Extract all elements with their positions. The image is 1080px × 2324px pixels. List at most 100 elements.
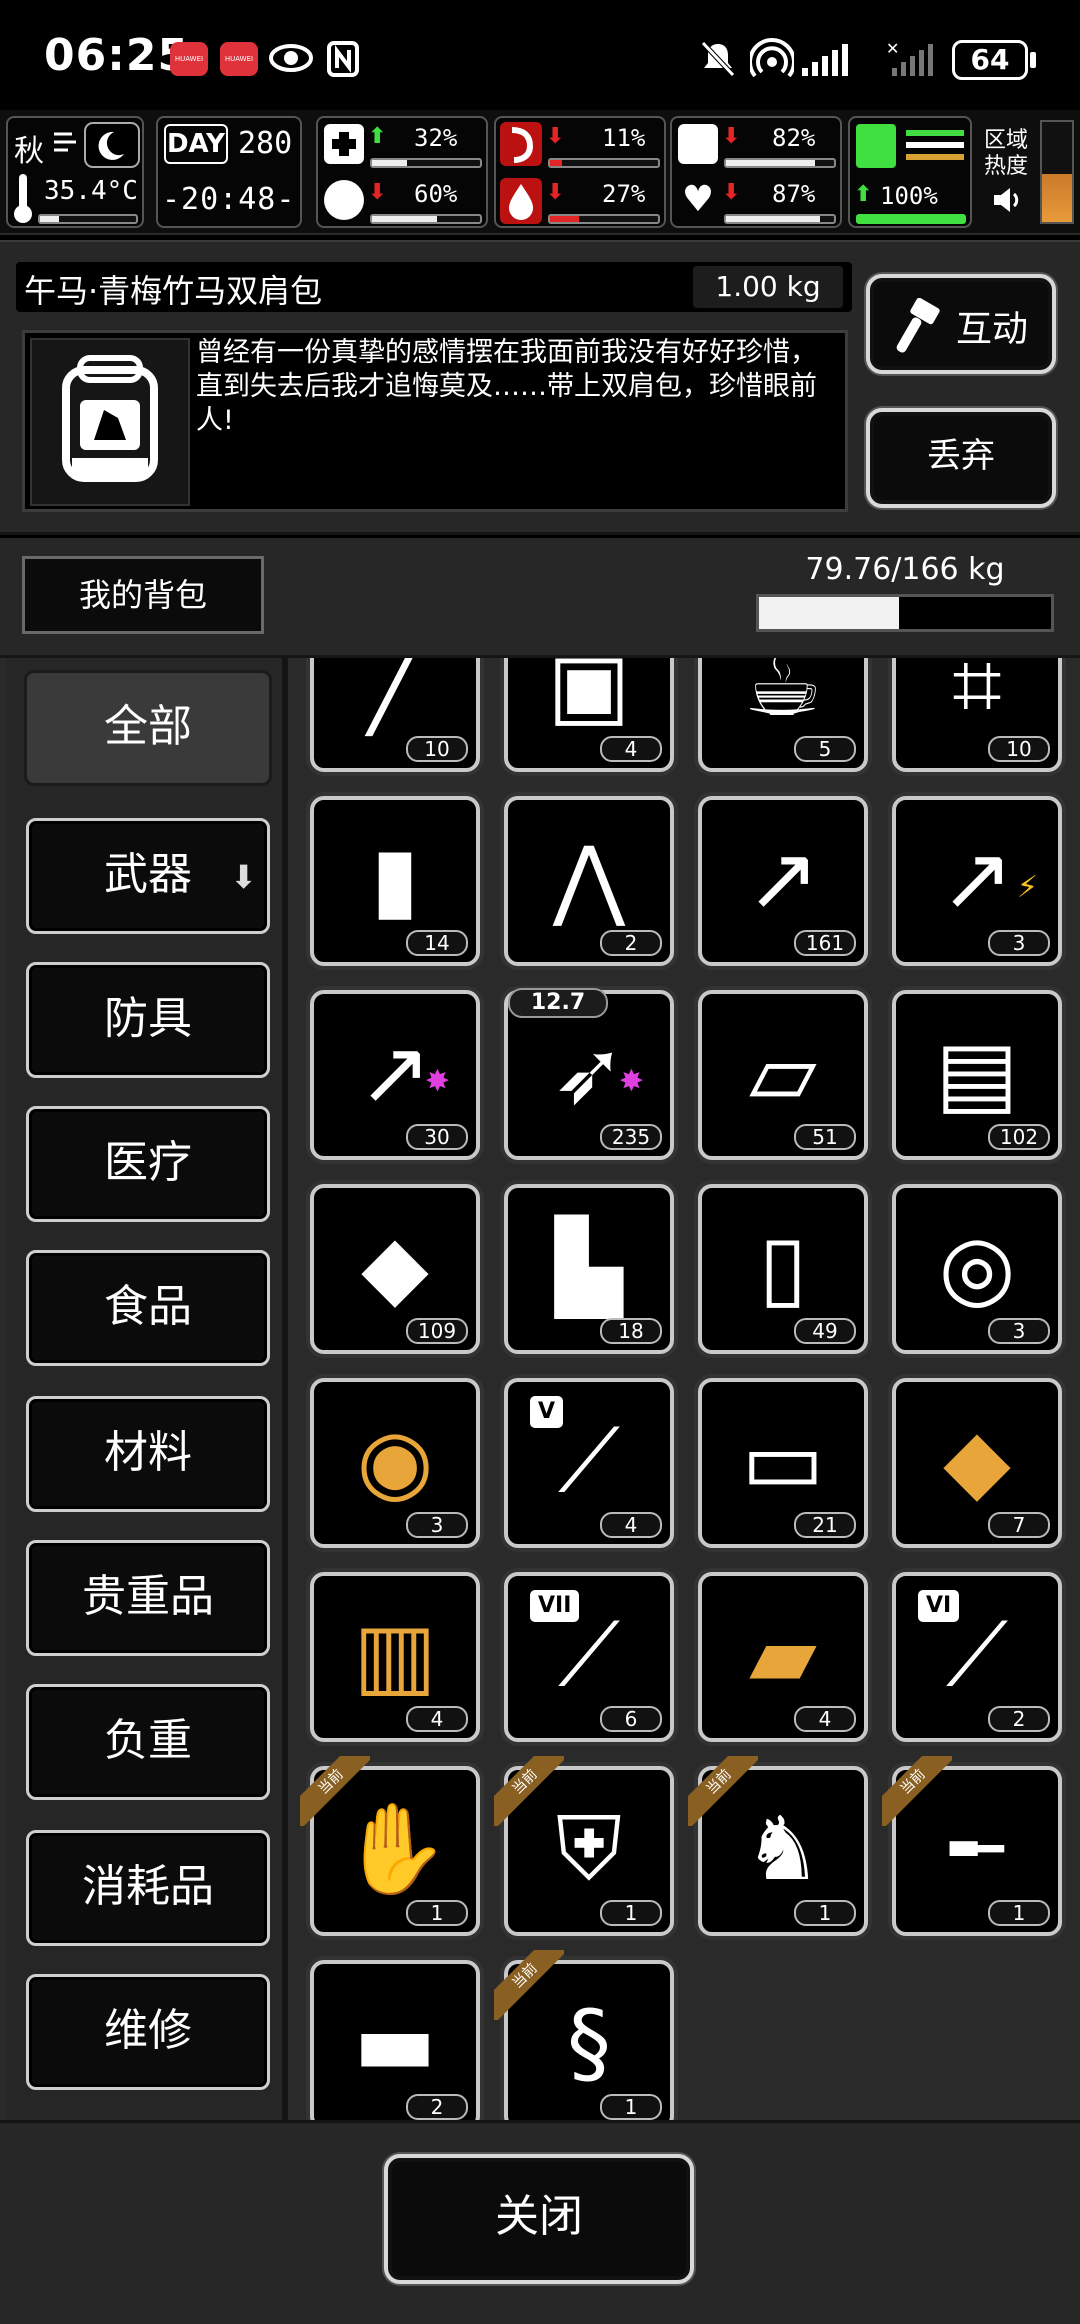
item-count: 18 (600, 1318, 662, 1344)
category-label: 消耗品 (82, 1861, 214, 1912)
category-label: 食品 (104, 1281, 192, 1332)
inventory-slot[interactable]: ⟋ VI 2 (892, 1572, 1062, 1742)
game-clock: -20:48- (162, 182, 296, 217)
inventory-slot[interactable]: ▮ 14 (310, 796, 480, 966)
inventory-slot[interactable]: ◆ 7 (892, 1378, 1062, 1548)
category-tab[interactable]: 武器 ⬇ (26, 818, 270, 934)
inventory-slot[interactable]: ↗ ✸ 30 (310, 990, 480, 1160)
item-count: 2 (988, 1706, 1050, 1732)
category-tab[interactable]: 贵重品 (26, 1540, 270, 1656)
speed-line (906, 130, 964, 136)
inventory-slot[interactable]: ▣ 4 (504, 658, 674, 772)
category-tab[interactable]: 食品 (26, 1250, 270, 1366)
arrow-down-icon: ⬇ (230, 858, 257, 896)
close-button[interactable]: 关闭 (384, 2154, 694, 2284)
inventory-slot[interactable]: ♞ 当前 1 (688, 1756, 868, 1936)
category-label: 全部 (104, 701, 192, 752)
item-count: 1 (406, 1900, 468, 1926)
interact-button[interactable]: 互动 (866, 274, 1056, 374)
energy-value: 82% (772, 124, 816, 152)
category-tab[interactable]: 维修 (26, 1974, 270, 2090)
item-count: 51 (794, 1124, 856, 1150)
thirst-value: 27% (602, 180, 646, 208)
battery-level: 64 (970, 43, 1010, 76)
item-count: 1 (794, 1900, 856, 1926)
item-description: 曾经有一份真挚的感情摆在我面前我没有好好珍惜，直到失去后我才追悔莫及……带上双肩… (196, 337, 817, 436)
inventory-slot[interactable]: ◆ 109 (310, 1184, 480, 1354)
health-up-arrow-icon: ⬆ (368, 124, 387, 149)
speaker-icon[interactable] (990, 184, 1022, 216)
speed-line (906, 142, 964, 148)
stamina-bar (370, 214, 482, 224)
inventory-slot[interactable]: ◉ 3 (310, 1378, 480, 1548)
energy-down-arrow-icon: ⬇ (722, 124, 741, 149)
inventory-slot[interactable]: § 当前 1 (494, 1950, 674, 2120)
category-tab[interactable]: 消耗品 (26, 1830, 270, 1946)
discard-button[interactable]: 丢弃 (866, 408, 1056, 508)
thirst-bar (548, 214, 660, 224)
inventory-slot[interactable]: ▯ 49 (698, 1184, 868, 1354)
zone-heat-label: 区域 热度 (984, 128, 1028, 180)
inventory-slot[interactable]: ▤ 102 (892, 990, 1062, 1160)
hammer-icon (896, 298, 940, 353)
item-count: 3 (988, 1318, 1050, 1344)
inventory-slot[interactable]: ╱ 10 (310, 658, 480, 772)
equipped-ribbon: 当前 (494, 1950, 564, 2020)
inventory-slot[interactable]: ➶ ✸ 12.7 235 (504, 988, 674, 1160)
inventory-slot[interactable]: ⌗ 10 (892, 658, 1062, 772)
category-tab[interactable]: 负重 (26, 1684, 270, 1800)
app-notification-icon: HUAWEI (220, 42, 258, 76)
equipped-label: 当前 (494, 1950, 564, 2020)
inventory-slot[interactable]: ▬ 2 (310, 1960, 480, 2120)
speed-up-arrow-icon: ⬆ (854, 182, 873, 207)
eye-icon (269, 44, 313, 72)
interact-label: 互动 (956, 309, 1029, 350)
hunger-bar (548, 158, 660, 168)
stomach-food-icon (678, 124, 718, 164)
day-panel: DAY 280 -20:48- (156, 116, 302, 228)
category-tab[interactable]: 材料 (26, 1396, 270, 1512)
equipped-label: 当前 (688, 1756, 758, 1826)
category-tab[interactable]: 防具 (26, 962, 270, 1078)
category-label: 医疗 (104, 1137, 192, 1188)
item-count: 30 (406, 1124, 468, 1150)
bag-capacity: 79.76/166 kg (805, 552, 1005, 587)
item-count: 4 (600, 1512, 662, 1538)
inventory-slot[interactable]: ⛨ 当前 1 (494, 1756, 674, 1936)
inventory-slot[interactable]: ☕ 5 (698, 658, 868, 772)
poison-splash-icon: ✸ (618, 1064, 644, 1099)
inventory-slot[interactable]: ⟋ VII 6 (504, 1572, 674, 1742)
category-sidebar: 全部武器 ⬇ 防具医疗食品材料贵重品负重消耗品维修 (6, 658, 284, 2120)
inventory-slot[interactable]: ◎ 3 (892, 1184, 1062, 1354)
caliber-badge: 12.7 (508, 988, 608, 1018)
inventory-slot[interactable]: ✋ 当前 1 (300, 1756, 480, 1936)
equipped-label: 当前 (300, 1756, 370, 1826)
speed-panel: ⬆ 100% (848, 116, 972, 228)
hunger-value: 11% (602, 124, 646, 152)
hotspot-icon (750, 38, 794, 78)
health-bar (370, 158, 482, 168)
inventory-slot[interactable]: ▭ 21 (698, 1378, 868, 1548)
inventory-slot[interactable]: ▙ 18 (504, 1184, 674, 1354)
category-tab[interactable]: 医疗 (26, 1106, 270, 1222)
category-tab[interactable]: 全部 (24, 670, 272, 786)
thirst-down-arrow-icon: ⬇ (546, 180, 565, 205)
zone-heat-label-line1: 区域 (984, 128, 1029, 153)
inventory-slot[interactable]: ▥ 4 (310, 1572, 480, 1742)
inventory-slot[interactable]: ▰ 4 (698, 1572, 868, 1742)
inventory-slot[interactable]: ⋀ 2 (504, 796, 674, 966)
inventory-slot[interactable]: ↗ ⚡ 3 (892, 796, 1062, 966)
inventory-slot[interactable]: ⟋ V 4 (504, 1378, 674, 1548)
item-count: 10 (406, 736, 468, 762)
inventory-grid[interactable]: ╱ 10 ▣ 4 ☕ 5 ⌗ 10 ▮ 14 ⋀ 2 ↗ 161 ↗ ⚡ 3 ↗ ✸ 30 ➶ ✸ 12.7 235 ▱ 51 ▤ 1… (292, 658, 1080, 2120)
inventory-slot[interactable]: ↗ 161 (698, 796, 868, 966)
bag-capacity-bar (756, 594, 1054, 632)
inventory-slot[interactable]: ▱ 51 (698, 990, 868, 1160)
stomach-icon (500, 122, 542, 166)
my-bag-tab[interactable]: 我的背包 (22, 556, 264, 634)
category-label: 维修 (104, 2005, 192, 2056)
app-notification-icon: HUAWEI (170, 42, 208, 76)
item-weight: 1.00 kg (693, 266, 843, 308)
inventory-slot[interactable]: ╾ 当前 1 (882, 1756, 1062, 1936)
thermometer-icon (14, 174, 32, 223)
